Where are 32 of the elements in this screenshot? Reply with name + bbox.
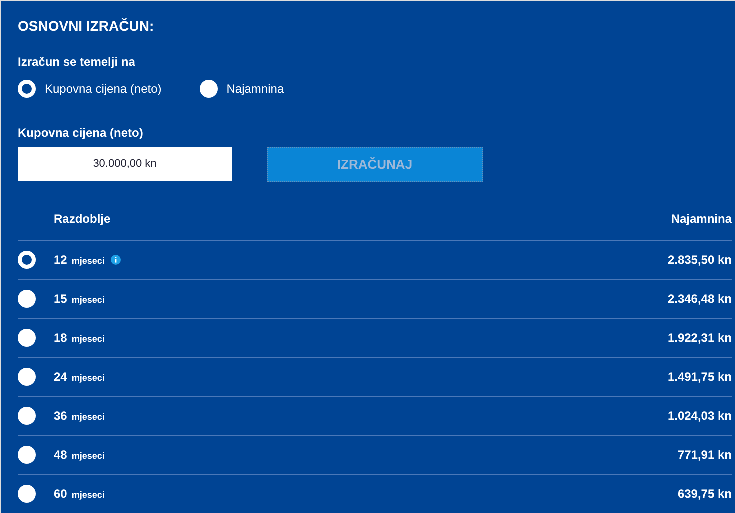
period-label: 36 mjeseci xyxy=(54,408,105,425)
rent-amount: 1.922,31 kn xyxy=(668,331,732,345)
field-label: Kupovna cijena (neto) xyxy=(18,126,144,140)
period-label: 48 mjeseci xyxy=(54,447,105,464)
radio-button[interactable] xyxy=(18,329,36,347)
rent-amount: 2.346,48 kn xyxy=(668,292,732,306)
radio-button[interactable] xyxy=(18,80,36,98)
radio-label[interactable]: Kupovna cijena (neto) xyxy=(45,82,162,96)
period-label: 24 mjeseci xyxy=(54,369,105,386)
rent-amount: 2.835,50 kn xyxy=(668,253,732,267)
info-icon[interactable] xyxy=(110,255,121,265)
field-label: Izračun se temelji na xyxy=(18,55,136,69)
section-title: OSNOVNI IZRAČUN: xyxy=(18,18,156,34)
column-header: Razdoblje xyxy=(54,212,111,226)
column-header: Najamnina xyxy=(671,212,732,226)
radio-button[interactable] xyxy=(18,368,36,386)
rent-amount: 1.024,03 kn xyxy=(668,409,732,423)
radio-button[interactable] xyxy=(18,251,36,269)
radio-button[interactable] xyxy=(18,407,36,425)
rent-amount: 639,75 kn xyxy=(678,487,732,501)
radio-button[interactable] xyxy=(18,485,36,503)
rent-amount: 1.491,75 kn xyxy=(668,370,732,384)
radio-button[interactable] xyxy=(200,80,218,98)
period-label: 18 mjeseci xyxy=(54,330,105,347)
rent-amount: 771,91 kn xyxy=(678,448,732,462)
price-input[interactable]: 30.000,00 kn xyxy=(18,147,232,181)
period-label: 60 mjeseci xyxy=(54,486,105,503)
radio-button[interactable] xyxy=(18,446,36,464)
period-label: 12 mjeseci xyxy=(54,252,105,269)
period-label: 15 mjeseci xyxy=(54,291,105,308)
radio-button[interactable] xyxy=(18,290,36,308)
radio-label[interactable]: Najamnina xyxy=(226,82,284,96)
